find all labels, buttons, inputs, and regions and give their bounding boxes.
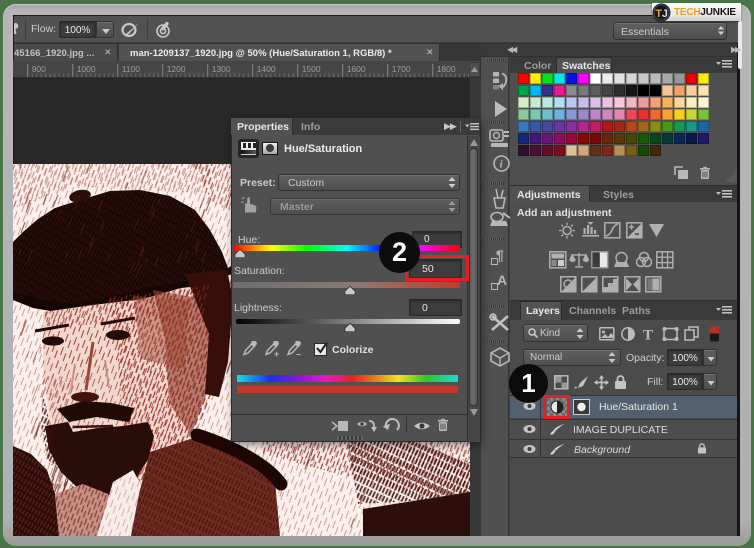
svg-text:i: i xyxy=(500,159,504,171)
svg-text:+: + xyxy=(274,349,279,358)
svg-text:1700: 1700 xyxy=(392,64,411,74)
svg-text:1000: 1000 xyxy=(77,64,96,74)
svg-text:1300: 1300 xyxy=(212,64,231,74)
svg-text:1500: 1500 xyxy=(302,64,321,74)
svg-text:1600: 1600 xyxy=(347,64,366,74)
svg-text:1200: 1200 xyxy=(167,64,186,74)
svg-text:1400: 1400 xyxy=(257,64,276,74)
svg-text:900: 900 xyxy=(32,64,46,74)
svg-text:T: T xyxy=(643,328,653,343)
svg-text:1800: 1800 xyxy=(437,64,456,74)
svg-text:1100: 1100 xyxy=(122,64,141,74)
svg-text:–: – xyxy=(296,349,301,358)
svg-text:J: J xyxy=(662,8,668,20)
